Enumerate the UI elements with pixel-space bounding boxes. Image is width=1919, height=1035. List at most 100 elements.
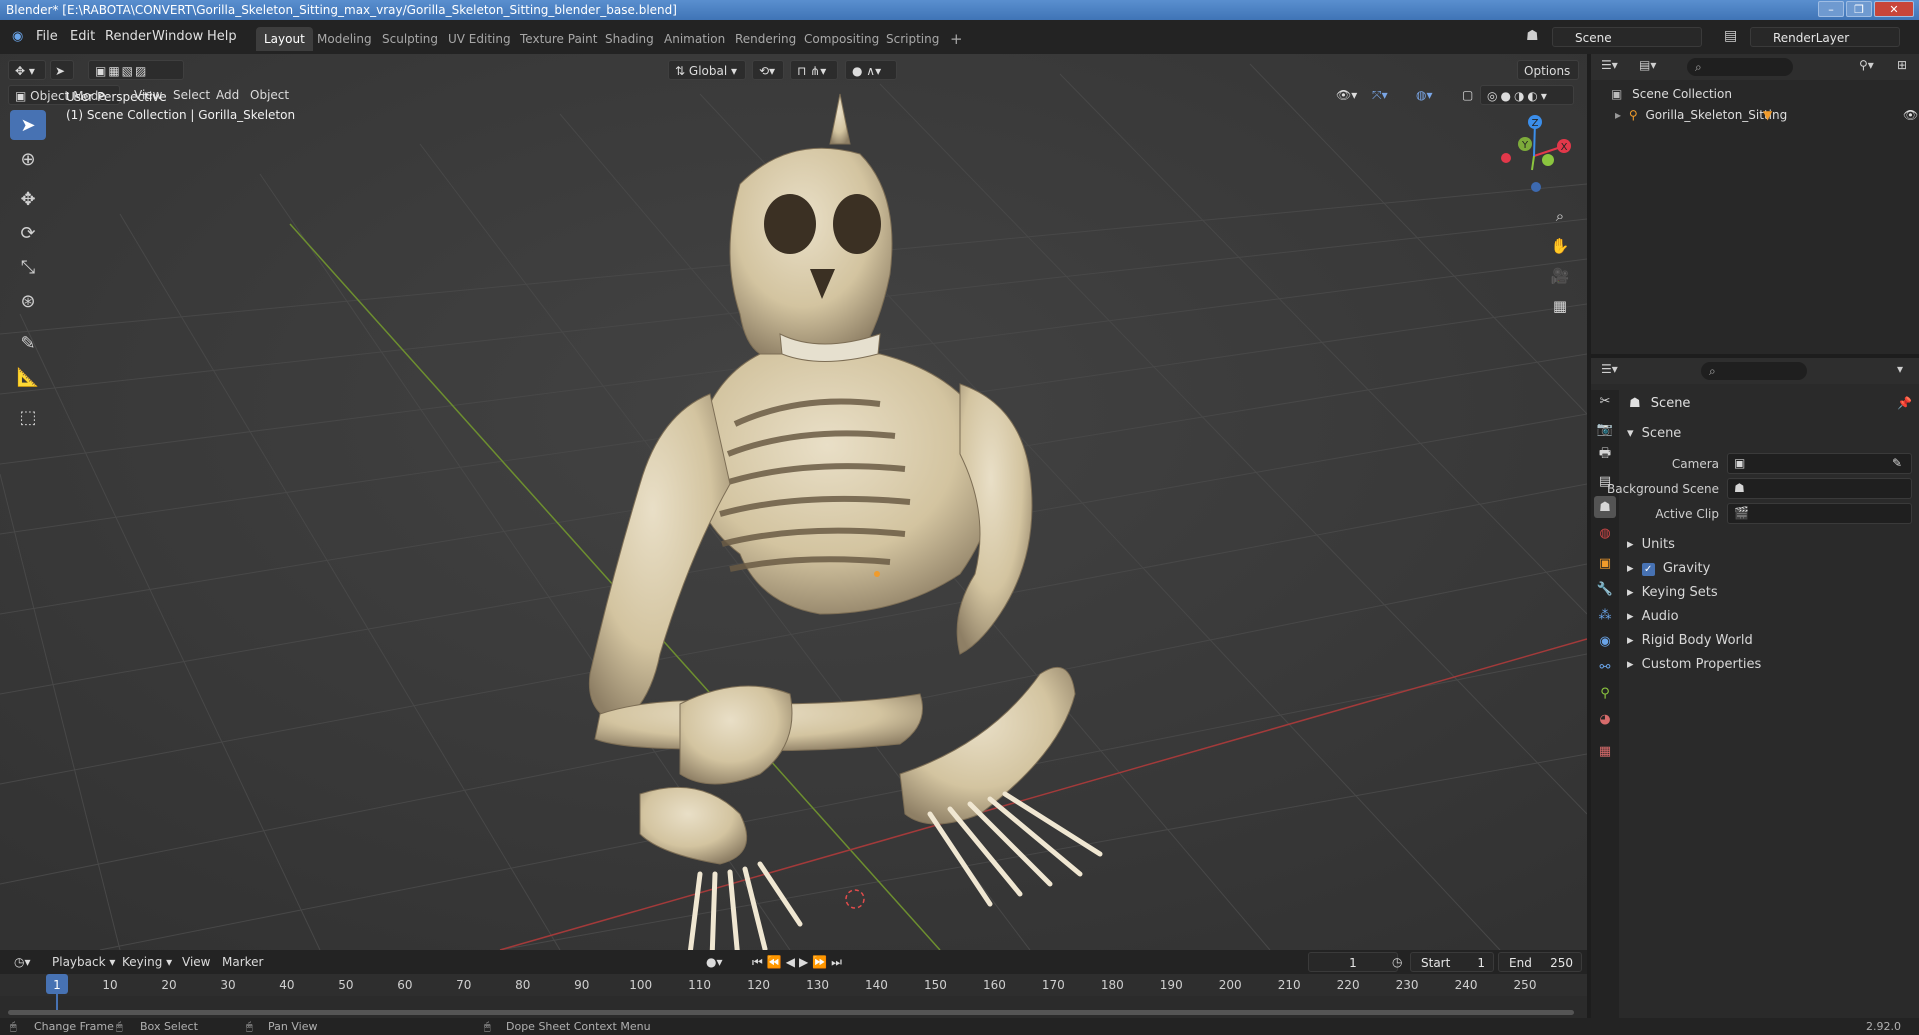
tab-rendering[interactable]: Rendering [727,27,804,51]
timeline-view-menu[interactable]: View [176,952,216,972]
scene-panel-header[interactable]: ▾ Scene [1627,423,1681,445]
outliner-item-gorilla[interactable]: ▸ ⚲ Gorilla_Skeleton_Sitting ▼ 👁 [1615,105,1919,125]
modifier-tab-icon[interactable]: 🔧 [1594,578,1616,600]
units-panel-header[interactable]: ▸ Units [1627,534,1675,556]
tab-layout[interactable]: Layout [256,27,313,51]
gravity-panel-header[interactable]: ▸ ✓ Gravity [1627,558,1710,580]
background-scene-field[interactable]: ☗ [1727,478,1912,499]
audio-panel-header[interactable]: ▸ Audio [1627,606,1679,628]
view-layer-field[interactable]: RenderLayer [1750,27,1900,47]
scale-tool[interactable]: ⤡ [10,252,46,282]
properties-editor-icon[interactable]: ☰▾ [1601,362,1618,376]
minimize-button[interactable]: – [1818,1,1844,17]
preview-range-icon[interactable]: ◷ [1386,952,1408,972]
modifier-icon[interactable]: ▼ [1763,105,1772,125]
tool-tab-icon[interactable]: ✂ [1594,390,1616,412]
outliner-editor-icon[interactable]: ☰▾ [1601,58,1618,72]
3d-viewport[interactable]: ✥ ▾ ➤ ▣▦▧▨ ▣ Object Mode ▾ View Select A… [0,54,1587,950]
view-layer-icon[interactable]: ▤ [1724,28,1737,44]
material-tab-icon[interactable]: ◕ [1594,708,1616,730]
zoom-icon[interactable]: ⌕ [1546,202,1574,230]
filter-icon[interactable]: ⚲▾ [1859,58,1874,72]
menu-object[interactable]: Object [244,85,295,105]
menu-add[interactable]: Add [210,85,245,105]
navigation-gizmo[interactable]: X Z Y [1490,106,1580,196]
particles-tab-icon[interactable]: ⁂ [1594,604,1616,626]
ortho-grid-icon[interactable]: ▦ [1546,292,1574,320]
transform-orientation-dropdown[interactable]: ⇅ Global ▾ [668,60,746,80]
keying-menu[interactable]: Keying ▾ [116,952,178,972]
tab-scripting[interactable]: Scripting [878,27,947,51]
end-frame-field[interactable]: End 250 [1498,952,1582,972]
custom-properties-panel-header[interactable]: ▸ Custom Properties [1627,654,1761,676]
eye-icon[interactable]: 👁 [1903,105,1918,125]
gizmo-neg-x-handle[interactable] [1501,153,1511,163]
pan-hand-icon[interactable]: ✋ [1546,232,1574,260]
move-tool[interactable]: ✥ [10,184,46,214]
constraints-tab-icon[interactable]: ⚯ [1594,656,1616,678]
close-button[interactable]: ✕ [1874,1,1914,17]
measure-tool[interactable]: 📐 [10,362,46,392]
playback-menu[interactable]: Playback ▾ [46,952,121,972]
properties-search-input[interactable]: ⌕ [1701,362,1807,380]
object-tab-icon[interactable]: ▣ [1594,552,1616,574]
properties-options-icon[interactable]: ▾ [1897,362,1903,376]
menu-window[interactable]: Window [146,27,209,47]
new-collection-icon[interactable]: ⊞ [1897,58,1907,72]
cursor-tool[interactable]: ⊕ [10,144,46,174]
gravity-checkbox[interactable]: ✓ [1641,563,1655,576]
rotate-tool[interactable]: ⟳ [10,218,46,248]
menu-help[interactable]: Help [201,27,243,47]
tab-shading[interactable]: Shading [597,27,662,51]
tab-texture-paint[interactable]: Texture Paint [512,27,605,51]
proportional-editing-icon[interactable]: ● ∧▾ [845,60,897,80]
xray-icon[interactable]: ▢ [1456,85,1479,105]
record-icon[interactable]: ●▾ [700,952,729,972]
gizmo-toggle-icon[interactable]: ⤧▾ [1366,85,1394,105]
display-mode-icon[interactable]: ▤▾ [1639,58,1656,72]
timeline-editor-icon[interactable]: ◷▾ [8,952,37,972]
physics-tab-icon[interactable]: ◉ [1594,630,1616,652]
keying-sets-panel-header[interactable]: ▸ Keying Sets [1627,582,1718,604]
scene-collection-row[interactable]: ▣ Scene Collection [1611,84,1732,104]
add-cube-tool[interactable]: ⬚ [10,402,46,432]
camera-field[interactable]: ▣ ✎ [1727,453,1912,474]
options-dropdown[interactable]: Options [1517,60,1579,80]
texture-tab-icon[interactable]: ▦ [1594,740,1616,762]
world-tab-icon[interactable]: ◍ [1594,522,1616,544]
data-tab-icon[interactable]: ⚲ [1594,682,1616,704]
select-tool-icon[interactable]: ➤ [50,60,74,80]
snap-icon[interactable]: ⊓ ⋔▾ [790,60,838,80]
pivot-point-icon[interactable]: ⟲▾ [752,60,784,80]
start-frame-field[interactable]: Start 1 [1410,952,1494,972]
menu-select[interactable]: Select [167,85,216,105]
menu-file[interactable]: File [30,27,64,47]
visibility-icon[interactable]: 👁▾ [1330,85,1363,105]
overlay-toggle-icon[interactable]: ◍▾ [1410,85,1439,105]
render-tab-icon[interactable]: 📷 [1594,418,1616,440]
add-workspace-button[interactable]: + [942,27,971,51]
tab-uv-editing[interactable]: UV Editing [440,27,519,51]
expand-arrow-icon[interactable]: ▸ [1615,108,1621,122]
menu-edit[interactable]: Edit [64,27,101,47]
editor-type-button[interactable]: ✥ ▾ [8,60,46,80]
eyedropper-icon[interactable]: ✎ [1892,456,1902,470]
gizmo-neg-z-handle[interactable] [1531,182,1541,192]
active-clip-field[interactable]: 🎬 [1727,503,1912,524]
output-tab-icon[interactable]: 🖶 [1594,444,1616,466]
rigid-body-world-panel-header[interactable]: ▸ Rigid Body World [1627,630,1753,652]
scene-selector-icon[interactable]: ☗ [1526,28,1539,44]
camera-view-icon[interactable]: 🎥 [1546,262,1574,290]
timeline-scrollbar[interactable] [8,1010,1574,1015]
current-frame-field[interactable]: 1 [1308,952,1398,972]
select-box-tool[interactable]: ➤ [10,110,46,140]
tab-modeling[interactable]: Modeling [309,27,380,51]
annotate-tool[interactable]: ✎ [10,328,46,358]
blender-logo-icon[interactable]: ◉ [6,27,29,47]
shading-mode-buttons[interactable]: ◎●◑◐▾ [1480,85,1574,105]
pin-icon[interactable]: 📌 [1897,396,1912,410]
tab-sculpting[interactable]: Sculpting [374,27,446,51]
maximize-button[interactable]: ❐ [1846,1,1872,17]
tab-compositing[interactable]: Compositing [796,27,887,51]
selection-mode-buttons[interactable]: ▣▦▧▨ [88,60,184,80]
